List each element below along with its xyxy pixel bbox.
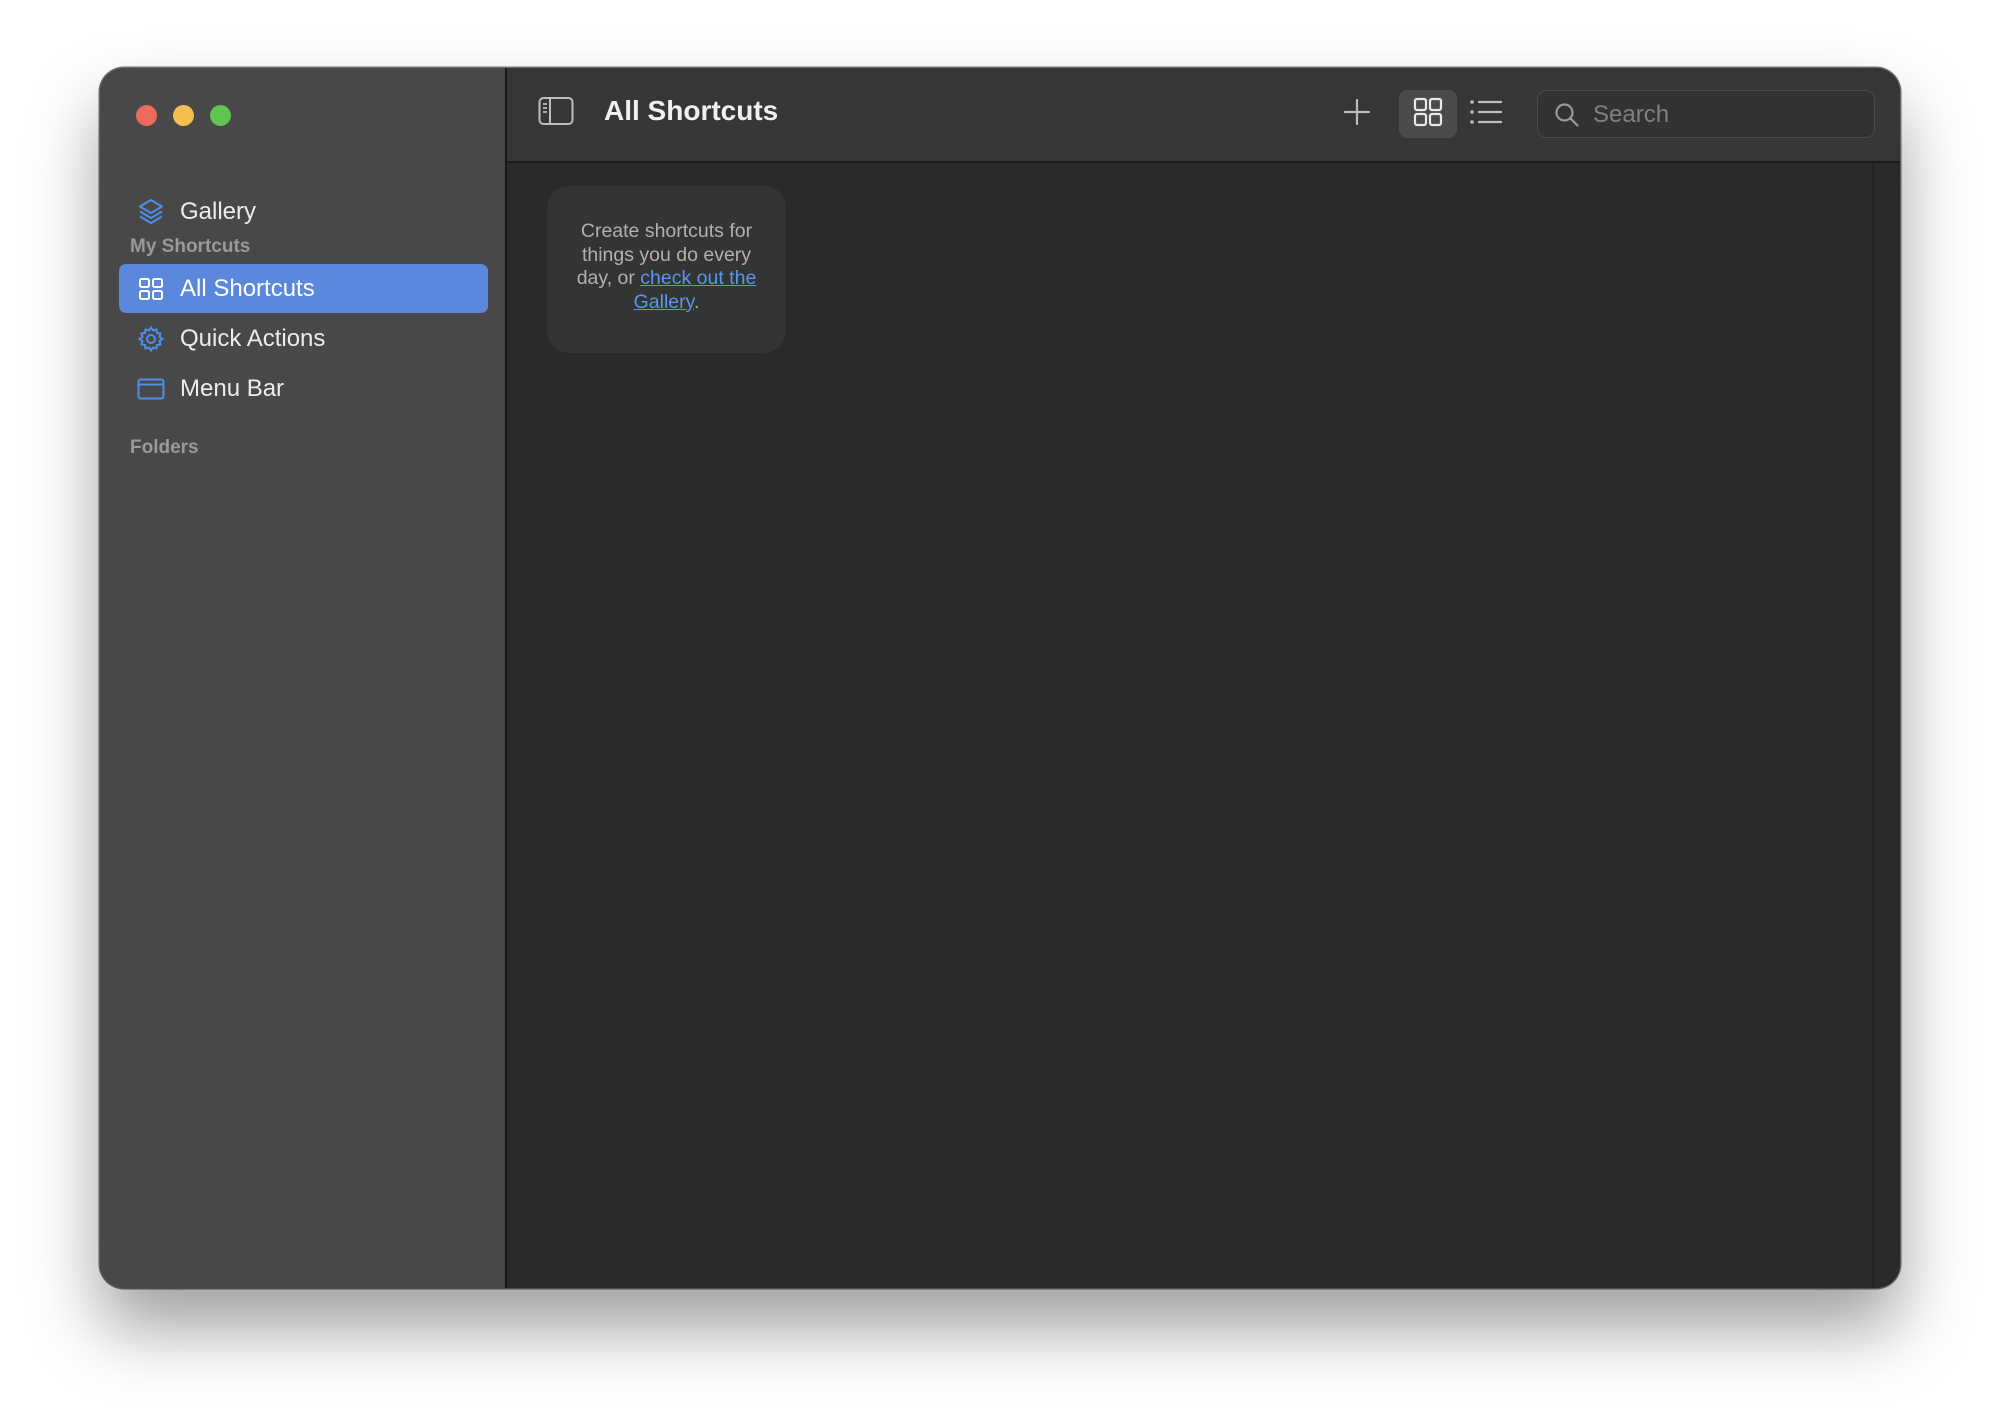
empty-state-card: Create shortcuts for things you do every…: [547, 186, 786, 353]
sidebar-item-quick-actions[interactable]: Quick Actions: [119, 314, 488, 363]
close-window-button[interactable]: [136, 105, 157, 126]
sidebar-item-all-shortcuts[interactable]: All Shortcuts: [119, 264, 488, 313]
sidebar-item-label: Quick Actions: [180, 324, 326, 352]
grid-icon: [136, 274, 166, 304]
sidebar-section-my-shortcuts: My Shortcuts: [130, 236, 251, 257]
gallery-stack-icon: [136, 197, 166, 227]
list-view-button[interactable]: [1465, 93, 1507, 135]
sidebar-item-label: Menu Bar: [180, 374, 285, 402]
plus-icon: [1343, 98, 1371, 131]
gear-icon: [136, 324, 166, 354]
sidebar-section-folders: Folders: [130, 437, 199, 458]
scroll-area-edge: [1872, 163, 1874, 1288]
shortcuts-window: Gallery My Shortcuts All Shortcuts Quick…: [100, 68, 1900, 1288]
menubar-window-icon: [136, 374, 166, 404]
search-field[interactable]: [1537, 90, 1875, 138]
shortcuts-content-area: Create shortcuts for things you do every…: [507, 163, 1900, 1288]
sidebar-toggle-icon: [538, 96, 574, 131]
grid-view-button[interactable]: [1399, 90, 1457, 138]
toggle-sidebar-button[interactable]: [537, 96, 575, 130]
sidebar-item-menu-bar[interactable]: Menu Bar: [119, 364, 488, 413]
sidebar-item-label: Gallery: [180, 197, 257, 225]
grid-view-icon: [1413, 97, 1443, 132]
window-controls: [136, 105, 231, 126]
page-title: All Shortcuts: [604, 95, 779, 126]
toolbar: All Shortcuts: [507, 68, 1900, 163]
sidebar: Gallery My Shortcuts All Shortcuts Quick…: [100, 68, 507, 1288]
search-icon: [1554, 102, 1580, 133]
add-shortcut-button[interactable]: [1338, 95, 1376, 133]
sidebar-item-label: All Shortcuts: [180, 274, 315, 302]
search-input[interactable]: [1591, 91, 1865, 138]
zoom-window-button[interactable]: [210, 105, 231, 126]
minimize-window-button[interactable]: [173, 105, 194, 126]
list-view-icon: [1469, 98, 1503, 131]
empty-state-period: .: [693, 290, 700, 313]
sidebar-item-gallery[interactable]: Gallery: [119, 187, 488, 236]
